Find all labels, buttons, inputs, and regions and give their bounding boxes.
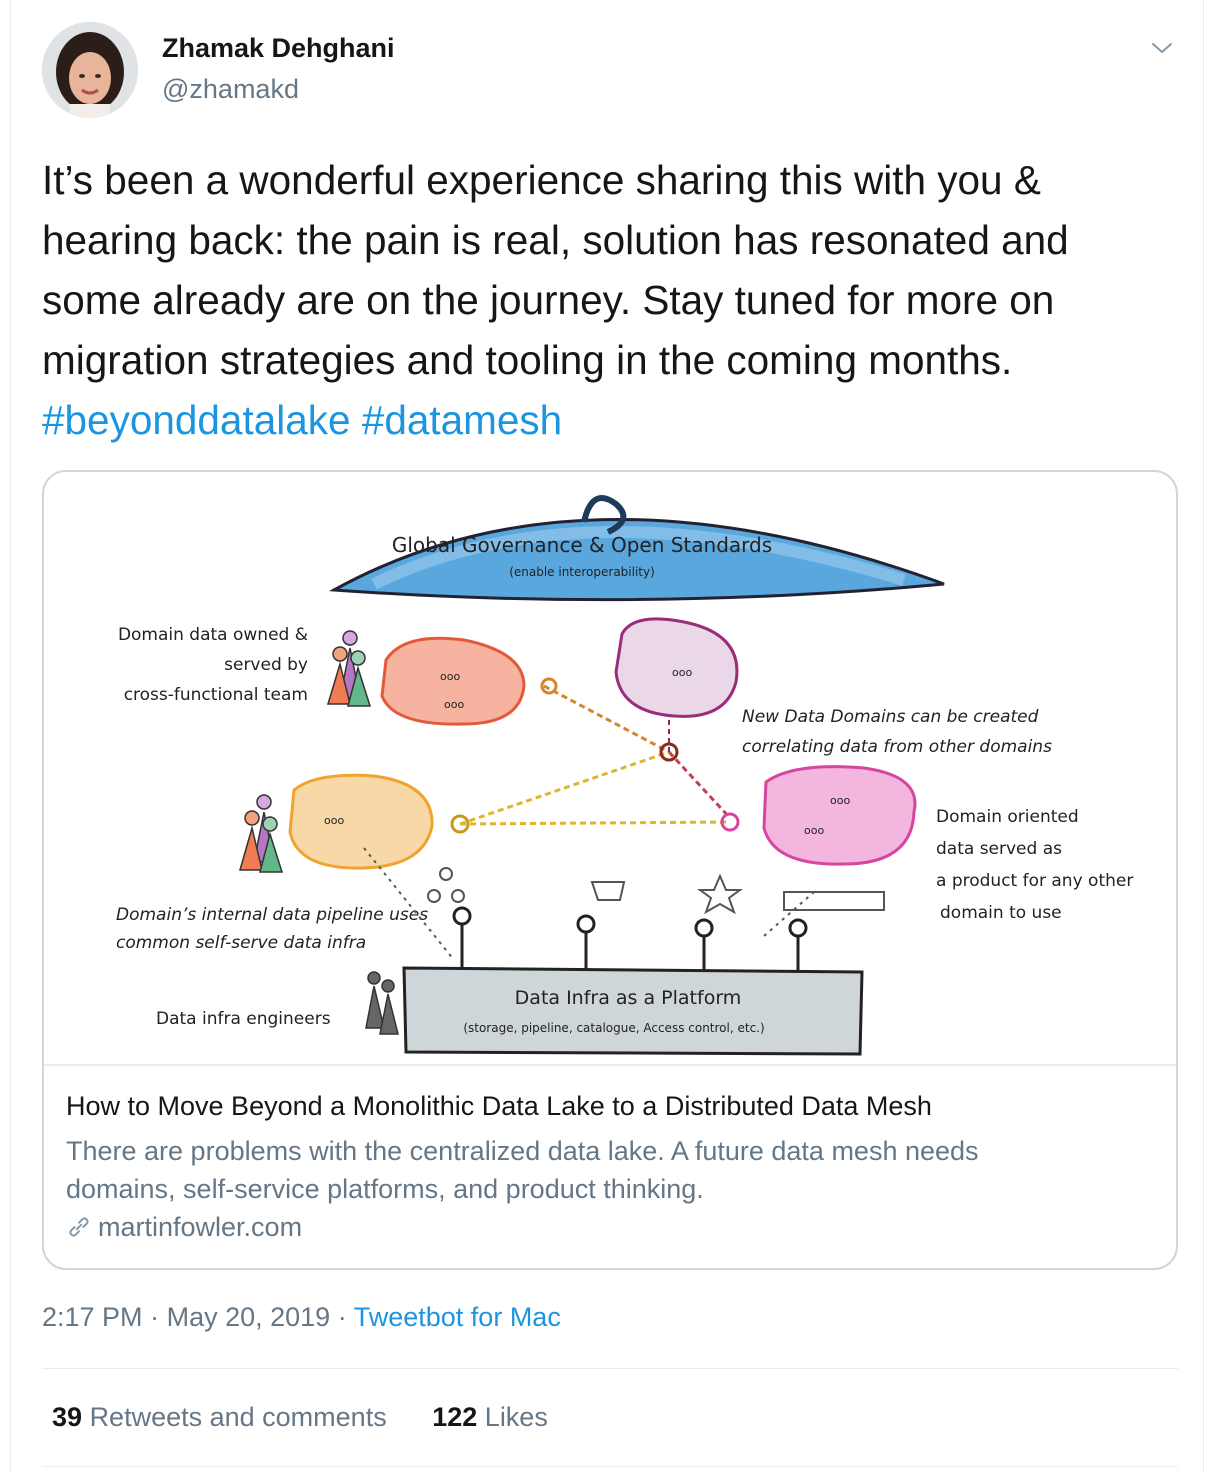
governance-subtitle: (enable interoperability) [509, 565, 655, 579]
retweets-count: 39 [52, 1402, 83, 1432]
label-domain-owned-1: Domain data owned & [118, 625, 308, 645]
author-name[interactable]: Zhamak Dehghani [162, 33, 395, 64]
card-title[interactable]: How to Move Beyond a Monolithic Data Lak… [66, 1091, 932, 1122]
tweet-line: some already are on the journey. Stay tu… [42, 277, 1055, 323]
domain-blob-pink [762, 765, 917, 866]
link-icon [69, 1217, 89, 1237]
team-figures-top [326, 630, 372, 707]
link-preview-card[interactable]: Global Governance & Open Standards (enab… [42, 470, 1178, 1270]
tweet-time[interactable]: 2:17 PM [42, 1302, 143, 1332]
retweets-stat[interactable]: 39 Retweets and comments [52, 1402, 387, 1433]
tweet-date[interactable]: May 20, 2019 [167, 1302, 331, 1332]
svg-text:ooo: ooo [440, 670, 460, 683]
data-mesh-diagram: Global Governance & Open Standards (enab… [116, 495, 1133, 1056]
label-oriented-3: a product for any other [936, 871, 1133, 891]
label-pipeline-2: common self-serve data infra [116, 933, 366, 953]
svg-text:ooo: ooo [672, 666, 692, 679]
divider [42, 1466, 1178, 1467]
platform-tool-icons [427, 867, 885, 915]
tweet-source[interactable]: Tweetbot for Mac [354, 1302, 561, 1332]
domain-blob-yellow [288, 773, 434, 870]
card-description-line: domains, self-service platforms, and pro… [66, 1174, 704, 1204]
platform-title: Data Infra as a Platform [515, 987, 742, 1009]
card-image: Global Governance & Open Standards (enab… [44, 472, 1176, 1066]
retweets-label: Retweets and comments [89, 1402, 387, 1432]
hashtag-datamesh[interactable]: #datamesh [362, 397, 562, 443]
likes-label: Likes [484, 1402, 548, 1432]
label-pipeline-1: Domain’s internal data pipeline uses [116, 905, 428, 925]
hashtag-beyonddatalake[interactable]: #beyonddatalake [42, 397, 351, 443]
card-description: There are problems with the centralized … [66, 1132, 1146, 1208]
platform-pins [452, 906, 808, 972]
card-domain[interactable]: martinfowler.com [66, 1212, 302, 1243]
platform-box [402, 966, 864, 1056]
label-new-domains-2: correlating data from other domains [742, 737, 1052, 757]
svg-text:ooo: ooo [830, 794, 850, 807]
tweet-stats: 39 Retweets and comments 122 Likes [52, 1402, 548, 1433]
hashtags: #beyonddatalake #datamesh [42, 390, 1172, 450]
team-figures-middle [239, 794, 284, 873]
likes-count: 122 [432, 1402, 478, 1432]
tweet-line: hearing back: the pain is real, solution… [42, 217, 1069, 263]
label-oriented-4: domain to use [940, 903, 1062, 923]
divider [42, 1368, 1178, 1369]
tweet-meta: 2:17 PM · May 20, 2019 · Tweetbot for Ma… [42, 1302, 561, 1333]
label-infra-engineers: Data infra engineers [156, 1009, 331, 1029]
avatar[interactable] [42, 22, 138, 118]
governance-title: Global Governance & Open Standards [392, 533, 772, 557]
svg-text:ooo: ooo [324, 814, 344, 827]
author-handle[interactable]: @zhamakd [162, 74, 299, 105]
chevron-down-icon[interactable] [1150, 36, 1174, 60]
meta-separator: · [337, 1302, 347, 1332]
card-domain-text: martinfowler.com [98, 1212, 303, 1242]
label-new-domains-1: New Data Domains can be created [742, 707, 1039, 727]
tweet-text: It’s been a wonderful experience sharing… [42, 150, 1172, 450]
meta-separator: · [150, 1302, 160, 1332]
label-domain-owned-3: cross-functional team [124, 685, 308, 705]
svg-text:ooo: ooo [804, 824, 824, 837]
label-oriented-1: Domain oriented [936, 807, 1079, 827]
avatar-image [42, 22, 138, 118]
label-domain-owned-2: served by [224, 655, 308, 675]
svg-text:ooo: ooo [444, 698, 464, 711]
likes-stat[interactable]: 122 Likes [432, 1402, 548, 1433]
tweet-line: migration strategies and tooling in the … [42, 337, 1013, 383]
label-oriented-2: data served as [936, 839, 1062, 859]
platform-subtitle: (storage, pipeline, catalogue, Access co… [463, 1021, 764, 1035]
card-description-line: There are problems with the centralized … [66, 1136, 979, 1166]
tweet-line: It’s been a wonderful experience sharing… [42, 157, 1041, 203]
engineer-figures [365, 971, 399, 1035]
